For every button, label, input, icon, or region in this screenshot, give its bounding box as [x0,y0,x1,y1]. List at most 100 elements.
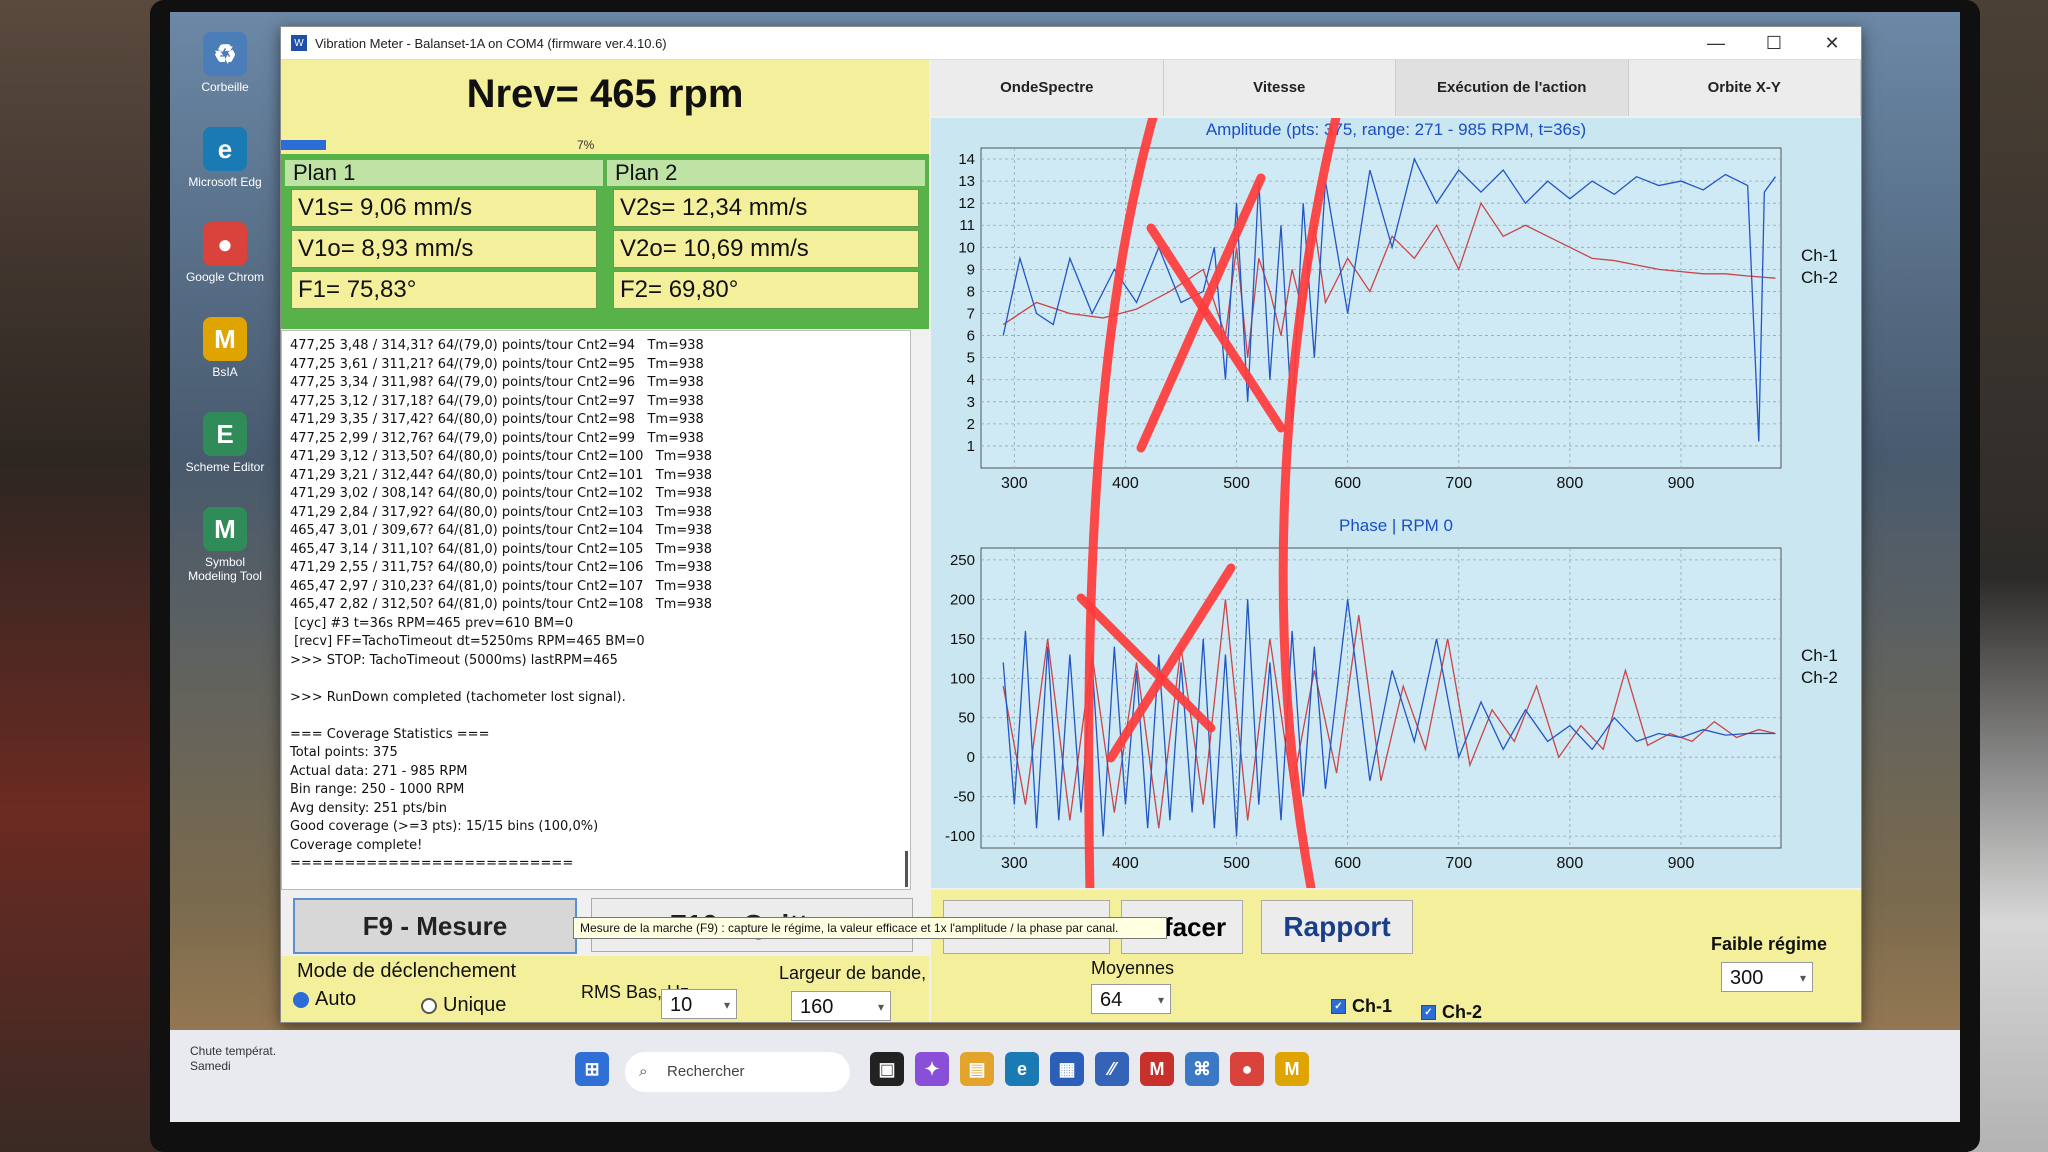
rpm-value: Nrev= 465 rpm [466,72,744,116]
search-placeholder: Rechercher [667,1063,745,1080]
chevron-down-icon: ▾ [1157,993,1164,1007]
desktop-app-icon: e [203,127,247,171]
y-tick-label: 13 [958,173,975,190]
checkbox-ch2-label: Ch-2 [1442,1002,1482,1022]
log-line: Actual data: 271 - 985 RPM [290,763,468,779]
log-line: >>> RunDown completed (tachometer lost s… [290,689,626,705]
desktop-icon[interactable]: E Scheme Editor [180,412,270,474]
low-speed-combo[interactable]: 300 ▾ [1721,962,1813,992]
y-tick-label: -50 [953,789,975,806]
v2o-value: V2o= 10,69 mm/s [613,230,919,268]
x-tick-label: 900 [1668,855,1695,872]
rms-combo-value: 10 [670,994,693,1016]
log-line: 477,25 3,34 / 311,98? 64/(79,0) points/t… [290,375,704,390]
x-tick-label: 600 [1334,475,1361,492]
log-line: 465,47 2,82 / 312,50? 64/(81,0) points/t… [290,597,713,612]
desktop-icon-label: BsIA [212,365,238,379]
plan-1: Plan 1 V1s= 9,06 mm/s V1o= 8,93 mm/s F1=… [285,160,603,312]
x-tick-label: 800 [1557,475,1584,492]
weather-widget[interactable]: Chute températ. Samedi [190,1044,276,1074]
log-line: 471,29 3,02 / 308,14? 64/(80,0) points/t… [290,486,713,501]
desktop-icon[interactable]: e Microsoft Edg [180,127,270,189]
chevron-down-icon: ▾ [1799,971,1806,985]
file-explorer-icon[interactable]: ▤ [960,1052,994,1086]
checkbox-ch2[interactable]: ✓ Ch-2 [1421,1002,1482,1023]
plan-2: Plan 2 V2s= 12,34 mm/s V2o= 10,69 mm/s F… [607,160,925,312]
weather-line-2: Samedi [190,1059,231,1073]
chevron-down-icon: ▾ [723,998,730,1012]
y-tick-label: 2 [967,416,975,433]
f1-value: F1= 75,83° [291,271,597,309]
y-tick-label: 11 [959,217,975,234]
x-tick-label: 700 [1445,475,1472,492]
tab-ondespectre[interactable]: OndeSpectre [931,60,1164,116]
taskbar-search[interactable]: ⌕ Rechercher [625,1052,850,1092]
log-line: 471,29 2,55 / 311,75? 64/(80,0) points/t… [290,560,713,575]
checkbox-ch1-box[interactable]: ✓ [1331,999,1346,1014]
checkbox-ch1[interactable]: ✓ Ch-1 [1331,996,1392,1017]
rms-combo[interactable]: 10 ▾ [661,989,737,1019]
log-line: Coverage complete! [290,837,423,853]
task-view-icon[interactable]: ▣ [870,1052,904,1086]
chart-area: Amplitude (pts: 375, range: 271 - 985 RP… [931,118,1861,888]
checkbox-ch2-box[interactable]: ✓ [1421,1005,1436,1020]
radio-auto[interactable]: Auto [293,988,356,1011]
chrome-icon[interactable]: ● [1230,1052,1264,1086]
x-tick-label: 500 [1223,855,1250,872]
tab-execution[interactable]: Exécution de l'action [1396,60,1629,116]
x-tick-label: 700 [1445,855,1472,872]
minimize-button[interactable]: — [1687,33,1745,54]
desktop-icon-label: Symbol Modeling Tool [188,555,262,583]
log-line: [recv] FF=TachoTimeout dt=5250ms RPM=465… [290,634,645,649]
edge-icon[interactable]: e [1005,1052,1039,1086]
log-line: Total points: 375 [290,745,398,760]
desktop-icon[interactable]: M BsIA [180,317,270,379]
y-tick-label: -100 [945,828,975,845]
desktop-app-icon: ● [203,222,247,266]
averages-combo[interactable]: 64 ▾ [1091,984,1171,1014]
report-button[interactable]: Rapport [1261,900,1413,954]
tab-vitesse[interactable]: Vitesse [1163,60,1396,116]
bandwidth-combo[interactable]: 160 ▾ [791,991,891,1021]
log-line: [cyc] #3 t=36s RPM=465 prev=610 BM=0 [290,615,574,631]
log-line: 477,25 2,99 / 312,76? 64/(79,0) points/t… [290,430,704,446]
close-button[interactable]: ✕ [1803,33,1861,54]
log-line: Bin range: 250 - 1000 RPM [290,782,465,797]
x-tick-label: 800 [1557,855,1584,872]
desktop-icon[interactable]: M Symbol Modeling Tool [180,507,270,583]
y-tick-label: 7 [967,306,975,323]
radio-unique[interactable]: Unique [421,994,506,1017]
desktop-icon-label: Google Chrom [185,270,265,284]
progress-bar: 7% [281,138,929,154]
measure-button[interactable]: F9 - Mesure [293,898,577,954]
v1o-value: V1o= 8,93 mm/s [291,230,597,268]
mcafee-icon[interactable]: M [1140,1052,1174,1086]
log-scrollbar[interactable] [905,851,908,887]
tab-orbite[interactable]: Orbite X-Y [1628,60,1861,116]
desktop-icon[interactable]: ♻ Corbeille [180,32,270,94]
weather-line-1: Chute températ. [190,1044,277,1058]
network-app-icon[interactable]: ⌘ [1185,1052,1219,1086]
radio-unique-dot[interactable] [421,997,437,1014]
app-pinned-icon[interactable]: ⁄⁄ [1095,1052,1129,1086]
measure-tooltip: Mesure de la marche (F9) : capture le ré… [573,917,1167,939]
radio-auto-dot[interactable] [293,991,309,1008]
radio-auto-label: Auto [315,988,357,1010]
search-icon: ⌕ [639,1063,648,1080]
desktop-app-icon: ♻ [203,32,247,76]
store-icon[interactable]: ▦ [1050,1052,1084,1086]
windows-start-icon[interactable]: ⊞ [575,1052,609,1086]
y-tick-label: 8 [967,283,975,300]
balanset-app-icon[interactable]: M [1275,1052,1309,1086]
x-tick-label: 400 [1112,855,1139,872]
log-line: >>> STOP: TachoTimeout (5000ms) lastRPM=… [290,652,618,668]
log-line: Good coverage (>=3 pts): 15/15 bins (100… [290,819,599,834]
measurement-log[interactable]: 477,25 3,48 / 314,31? 64/(79,0) points/t… [281,330,911,890]
averages-label: Moyennes [1091,958,1175,978]
log-line: Avg density: 251 pts/bin [290,800,447,816]
x-tick-label: 400 [1112,475,1139,492]
copilot-icon[interactable]: ✦ [915,1052,949,1086]
desktop-icon[interactable]: ● Google Chrom [180,222,270,284]
maximize-button[interactable]: ☐ [1745,33,1803,54]
